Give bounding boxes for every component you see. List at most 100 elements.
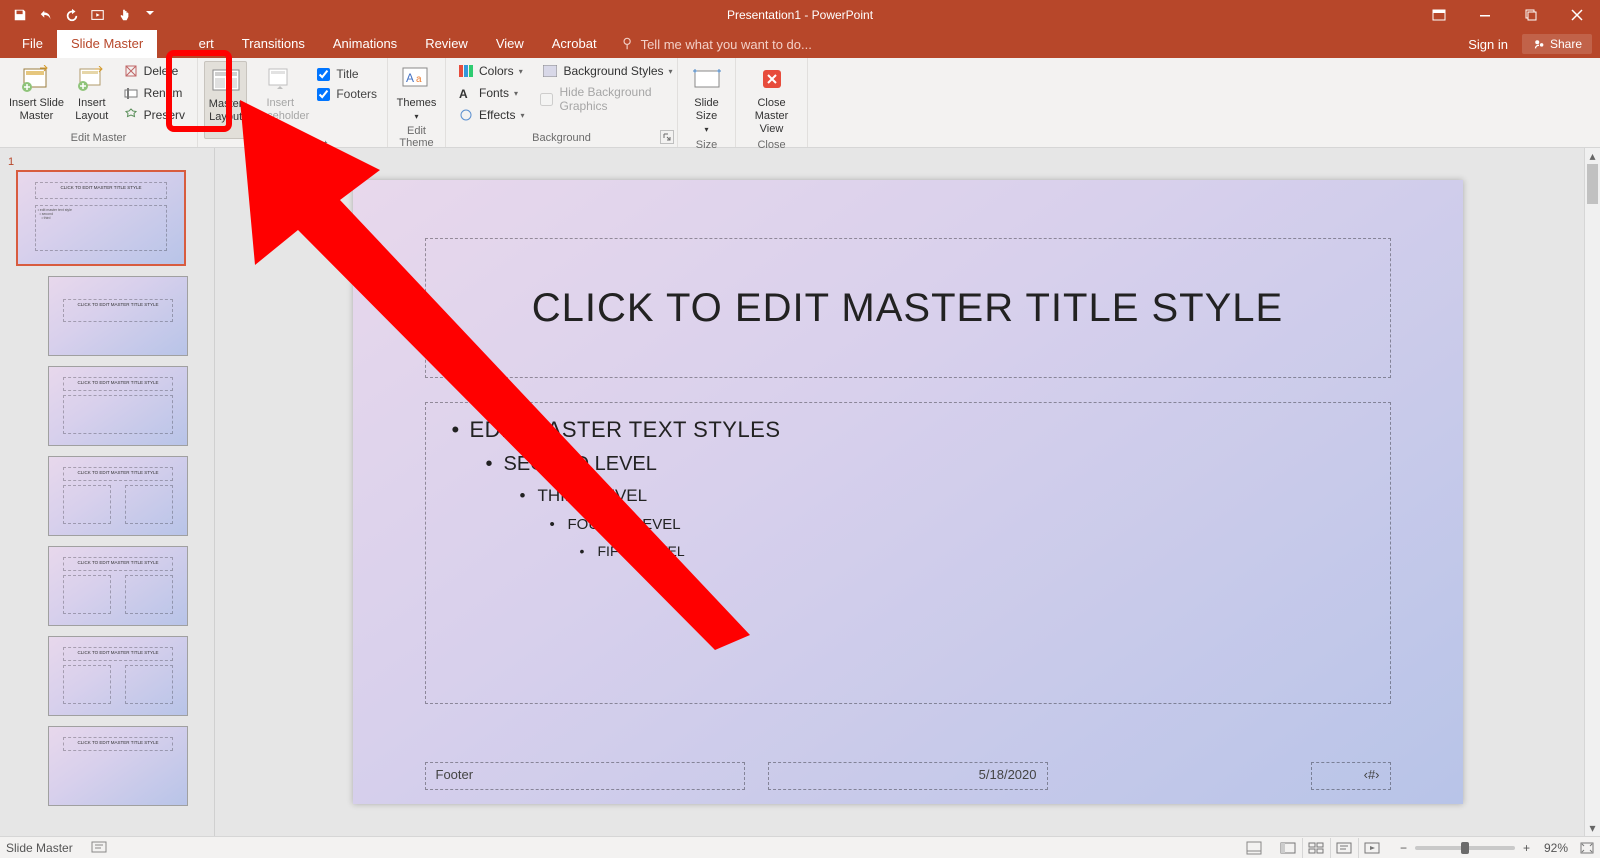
status-mode: Slide Master bbox=[6, 841, 73, 855]
layout-thumbnail[interactable]: CLICK TO EDIT MASTER TITLE STYLE bbox=[48, 456, 188, 536]
rename-button[interactable]: Renam bbox=[117, 83, 191, 103]
window-controls bbox=[1416, 0, 1600, 30]
title-placeholder[interactable]: CLICK TO EDIT MASTER TITLE STYLE bbox=[425, 238, 1391, 378]
footer-placeholder[interactable]: Footer bbox=[425, 762, 745, 790]
page-number-placeholder[interactable]: ‹#› bbox=[1311, 762, 1391, 790]
slide-thumbnails-pane[interactable]: 1 CLICK TO EDIT MASTER TITLE STYLE • edi… bbox=[0, 148, 215, 836]
insert-placeholder-button: Insert Placeholder ▾ bbox=[249, 61, 311, 139]
share-button[interactable]: Share bbox=[1522, 34, 1592, 54]
undo-button[interactable] bbox=[34, 3, 58, 27]
close-group: Close Master View Close bbox=[736, 58, 808, 147]
insert-slide-master-label: Insert Slide Master bbox=[8, 97, 65, 123]
normal-view-button[interactable] bbox=[1274, 838, 1302, 858]
insert-tab-partial[interactable]: ert bbox=[195, 30, 228, 58]
reading-view-button[interactable] bbox=[1330, 838, 1358, 858]
slide-size-button[interactable]: Slide Size▾ bbox=[684, 61, 729, 139]
delete-button[interactable]: Delete bbox=[117, 61, 191, 81]
scroll-up-icon[interactable]: ▴ bbox=[1585, 148, 1600, 164]
slide-size-label: Slide Size▾ bbox=[686, 97, 727, 137]
fonts-button[interactable]: AFonts ▾ bbox=[452, 83, 530, 103]
view-buttons bbox=[1274, 838, 1386, 858]
window-title: Presentation1 - PowerPoint bbox=[727, 8, 873, 22]
master-layout-button[interactable]: Master Layout bbox=[204, 61, 247, 139]
layout-thumbnail[interactable]: CLICK TO EDIT MASTER TITLE STYLE bbox=[48, 276, 188, 356]
hide-background-checkbox: Hide Background Graphics bbox=[536, 83, 678, 115]
date-placeholder[interactable]: 5/18/2020 bbox=[768, 762, 1048, 790]
bullet-level-4: FOURTH LEVEL bbox=[544, 516, 1370, 533]
zoom-slider[interactable] bbox=[1415, 846, 1515, 850]
insert-layout-button[interactable]: Insert Layout bbox=[69, 61, 115, 132]
redo-button[interactable] bbox=[60, 3, 84, 27]
layout-thumbnail[interactable]: CLICK TO EDIT MASTER TITLE STYLE bbox=[48, 636, 188, 716]
view-tab[interactable]: View bbox=[482, 30, 538, 58]
themes-label: Themes▾ bbox=[397, 97, 437, 123]
ribbon-display-options-button[interactable] bbox=[1416, 0, 1462, 30]
transitions-tab[interactable]: Transitions bbox=[228, 30, 319, 58]
title-text: CLICK TO EDIT MASTER TITLE STYLE bbox=[532, 286, 1283, 331]
zoom-percent[interactable]: 92% bbox=[1544, 841, 1568, 855]
review-tab[interactable]: Review bbox=[411, 30, 482, 58]
fit-to-window-button[interactable] bbox=[1580, 842, 1594, 854]
start-from-beginning-button[interactable] bbox=[86, 3, 110, 27]
layout-thumbnail[interactable]: CLICK TO EDIT MASTER TITLE STYLE bbox=[48, 366, 188, 446]
ribbon: Insert Slide Master Insert Layout Delete… bbox=[0, 58, 1600, 148]
thumb-title: CLICK TO EDIT MASTER TITLE STYLE bbox=[35, 182, 168, 199]
tell-me-label: Tell me what you want to do... bbox=[641, 37, 812, 52]
status-bar: Slide Master − + 92% bbox=[0, 836, 1600, 858]
insert-placeholder-label: Insert Placeholder ▾ bbox=[251, 97, 309, 137]
colors-button[interactable]: Colors ▾ bbox=[452, 61, 530, 81]
effects-button[interactable]: Effects ▾ bbox=[452, 105, 530, 125]
scroll-thumb[interactable] bbox=[1587, 164, 1598, 204]
layout-thumbnail[interactable]: CLICK TO EDIT MASTER TITLE STYLE bbox=[48, 546, 188, 626]
notes-button[interactable] bbox=[1246, 841, 1262, 855]
themes-button[interactable]: Aa Themes▾ bbox=[394, 61, 439, 125]
background-launcher-icon[interactable] bbox=[660, 130, 674, 144]
background-styles-button[interactable]: Background Styles ▾ bbox=[536, 61, 678, 81]
thumb-body: • edit master text style • second • thir… bbox=[35, 205, 168, 251]
bullet-level-2: SECOND LEVEL bbox=[480, 453, 1370, 476]
bullet-level-1: EDIT MASTER TEXT STYLES bbox=[446, 417, 1370, 443]
acrobat-tab[interactable]: Acrobat bbox=[538, 30, 611, 58]
tell-me-search[interactable]: Tell me what you want to do... bbox=[621, 30, 812, 58]
close-window-button[interactable] bbox=[1554, 0, 1600, 30]
edit-master-group: Insert Slide Master Insert Layout Delete… bbox=[0, 58, 198, 147]
master-slide-thumbnail[interactable]: CLICK TO EDIT MASTER TITLE STYLE • edit … bbox=[16, 170, 186, 266]
svg-text:A: A bbox=[459, 87, 468, 99]
insert-slide-master-button[interactable]: Insert Slide Master bbox=[6, 61, 67, 132]
maximize-button[interactable] bbox=[1508, 0, 1554, 30]
language-indicator-icon[interactable] bbox=[91, 841, 107, 855]
slideshow-view-button[interactable] bbox=[1358, 838, 1386, 858]
footers-checkbox[interactable]: Footers bbox=[313, 85, 381, 103]
footers-checkbox-label: Footers bbox=[336, 87, 377, 101]
svg-text:a: a bbox=[416, 74, 422, 85]
scroll-down-icon[interactable]: ▾ bbox=[1585, 820, 1600, 836]
effects-label: Effects bbox=[479, 108, 515, 122]
sign-in-link[interactable]: Sign in bbox=[1460, 37, 1516, 52]
qat-customize-button[interactable] bbox=[138, 3, 162, 27]
preserve-button[interactable]: Preserv bbox=[117, 105, 191, 125]
colors-label: Colors bbox=[479, 64, 514, 78]
background-group-label: Background bbox=[452, 132, 671, 147]
minimize-button[interactable] bbox=[1462, 0, 1508, 30]
touch-mode-button[interactable] bbox=[112, 3, 136, 27]
insert-layout-label: Insert Layout bbox=[71, 97, 113, 123]
save-button[interactable] bbox=[8, 3, 32, 27]
slide-master-tab[interactable]: Slide Master bbox=[57, 30, 157, 58]
title-checkbox[interactable]: Title bbox=[313, 65, 381, 83]
slide-sorter-view-button[interactable] bbox=[1302, 838, 1330, 858]
zoom-in-button[interactable]: + bbox=[1519, 841, 1534, 855]
file-tab[interactable]: File bbox=[8, 30, 57, 58]
svg-text:A: A bbox=[406, 71, 414, 85]
master-slide[interactable]: CLICK TO EDIT MASTER TITLE STYLE EDIT MA… bbox=[353, 180, 1463, 804]
body-placeholder[interactable]: EDIT MASTER TEXT STYLES SECOND LEVEL THI… bbox=[425, 402, 1391, 704]
bullet-level-3: THIRD LEVEL bbox=[514, 486, 1370, 506]
edit-master-group-label: Edit Master bbox=[6, 132, 191, 147]
animations-tab[interactable]: Animations bbox=[319, 30, 411, 58]
slide-canvas-area[interactable]: CLICK TO EDIT MASTER TITLE STYLE EDIT MA… bbox=[215, 148, 1600, 836]
close-master-label: Close Master View bbox=[744, 97, 799, 137]
bg-styles-label: Background Styles bbox=[563, 64, 663, 78]
close-master-view-button[interactable]: Close Master View bbox=[742, 61, 801, 139]
vertical-scrollbar[interactable]: ▴ ▾ bbox=[1584, 148, 1600, 836]
zoom-out-button[interactable]: − bbox=[1396, 841, 1411, 855]
layout-thumbnail[interactable]: CLICK TO EDIT MASTER TITLE STYLE bbox=[48, 726, 188, 806]
